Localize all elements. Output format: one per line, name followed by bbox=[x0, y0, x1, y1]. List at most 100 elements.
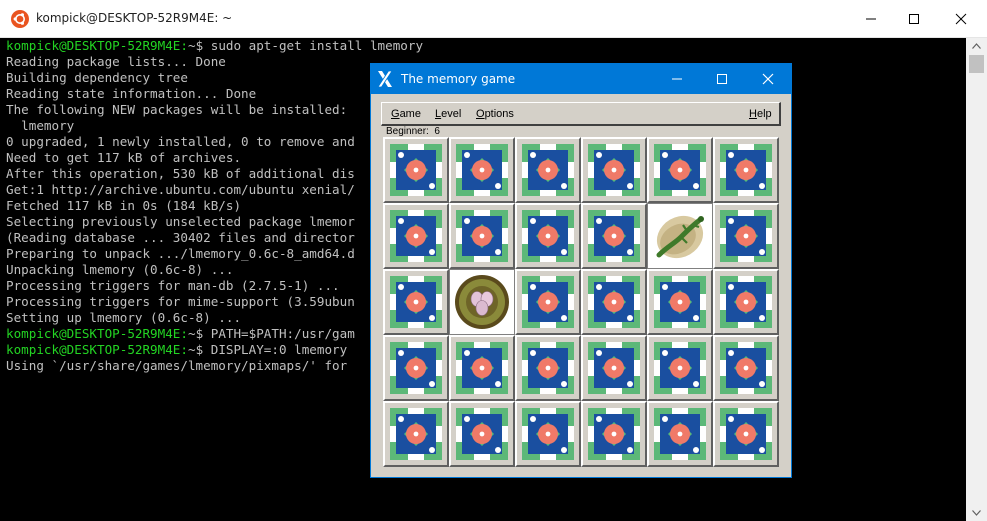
card-back-pattern-icon bbox=[720, 210, 772, 262]
memory-game-titlebar[interactable]: The memory game bbox=[371, 64, 791, 94]
card-back-pattern-icon bbox=[588, 408, 640, 460]
terminal-text: After this operation, 530 kB of addition… bbox=[6, 166, 355, 181]
terminal-title: kompick@DESKTOP-52R9M4E: ~ bbox=[36, 11, 233, 25]
card-back-pattern-icon bbox=[522, 342, 574, 394]
card-facedown[interactable] bbox=[449, 137, 515, 203]
menu-help[interactable]: Help bbox=[749, 108, 772, 120]
menu-game-label: ame bbox=[399, 108, 421, 120]
card-back-pattern-icon bbox=[522, 276, 574, 328]
eggs-picture-icon bbox=[455, 275, 509, 329]
menu-level[interactable]: Level bbox=[435, 108, 461, 120]
scroll-down-arrow-icon[interactable] bbox=[966, 505, 987, 521]
terminal-text: Preparing to unpack .../lmemory_0.6c-8_a… bbox=[6, 246, 355, 261]
card-back-pattern-icon bbox=[390, 276, 442, 328]
terminal-text: ~$ sudo apt-get install lmemory bbox=[187, 38, 424, 53]
card-back-pattern-icon bbox=[720, 408, 772, 460]
card-facedown[interactable] bbox=[383, 401, 449, 467]
card-facedown[interactable] bbox=[581, 203, 647, 269]
card-back-pattern-icon bbox=[390, 342, 442, 394]
card-back-pattern-icon bbox=[588, 144, 640, 196]
card-facedown[interactable] bbox=[515, 203, 581, 269]
card-facedown[interactable] bbox=[713, 137, 779, 203]
card-eggs[interactable] bbox=[449, 269, 515, 335]
maximize-button[interactable] bbox=[891, 0, 937, 38]
card-facedown[interactable] bbox=[515, 401, 581, 467]
card-back-pattern-icon bbox=[456, 408, 508, 460]
terminal-text: Processing triggers for man-db (2.7.5-1)… bbox=[6, 278, 340, 293]
memory-game-title: The memory game bbox=[401, 72, 516, 86]
card-facedown[interactable] bbox=[383, 269, 449, 335]
card-facedown[interactable] bbox=[713, 203, 779, 269]
minimize-button[interactable] bbox=[848, 0, 894, 38]
terminal-scrollbar[interactable] bbox=[966, 38, 987, 521]
card-facedown[interactable] bbox=[449, 401, 515, 467]
card-facedown[interactable] bbox=[383, 137, 449, 203]
game-close-button[interactable] bbox=[745, 64, 791, 94]
menu-help-label: elp bbox=[756, 108, 772, 120]
card-back-pattern-icon bbox=[654, 144, 706, 196]
minimize-icon bbox=[672, 78, 682, 80]
card-back-pattern-icon bbox=[654, 342, 706, 394]
card-facedown[interactable] bbox=[647, 335, 713, 401]
ubuntu-logo-icon bbox=[11, 10, 29, 28]
terminal-text: ~$ DISPLAY=:0 lmemory bbox=[187, 342, 348, 357]
card-grid bbox=[383, 137, 779, 467]
close-icon bbox=[762, 73, 774, 85]
card-back-pattern-icon bbox=[522, 408, 574, 460]
terminal-text: ~$ PATH=$PATH:/usr/gam bbox=[187, 326, 355, 341]
shell-prompt: kompick@DESKTOP-52R9M4E: bbox=[6, 326, 188, 341]
menu-options[interactable]: Options bbox=[476, 108, 514, 120]
card-facedown[interactable] bbox=[581, 269, 647, 335]
game-minimize-button[interactable] bbox=[654, 64, 700, 94]
card-back-pattern-icon bbox=[720, 144, 772, 196]
level-status: Beginner: 6 bbox=[386, 126, 440, 137]
card-facedown[interactable] bbox=[515, 137, 581, 203]
game-menubar: Game Level Options Help bbox=[381, 102, 781, 126]
card-back-pattern-icon bbox=[390, 210, 442, 262]
terminal-titlebar[interactable]: kompick@DESKTOP-52R9M4E: ~ bbox=[0, 0, 987, 38]
maximize-icon bbox=[717, 74, 727, 84]
game-maximize-button[interactable] bbox=[699, 64, 745, 94]
terminal-text: Using `/usr/share/games/lmemory/pixmaps/… bbox=[6, 358, 348, 373]
menu-options-label: ptions bbox=[484, 108, 514, 120]
card-facedown[interactable] bbox=[713, 269, 779, 335]
card-facedown[interactable] bbox=[449, 335, 515, 401]
menu-level-label: evel bbox=[441, 108, 462, 120]
card-facedown[interactable] bbox=[713, 401, 779, 467]
card-lizard[interactable] bbox=[647, 203, 713, 269]
card-back-pattern-icon bbox=[720, 342, 772, 394]
card-back-pattern-icon bbox=[588, 342, 640, 394]
card-facedown[interactable] bbox=[647, 137, 713, 203]
menu-game[interactable]: Game bbox=[391, 108, 421, 120]
card-facedown[interactable] bbox=[647, 401, 713, 467]
card-facedown[interactable] bbox=[383, 203, 449, 269]
scroll-up-arrow-icon[interactable] bbox=[966, 38, 987, 54]
close-button[interactable] bbox=[938, 0, 984, 38]
card-facedown[interactable] bbox=[581, 401, 647, 467]
card-facedown[interactable] bbox=[647, 269, 713, 335]
card-back-pattern-icon bbox=[390, 408, 442, 460]
x-window-icon bbox=[376, 70, 394, 88]
card-facedown[interactable] bbox=[581, 335, 647, 401]
terminal-text: 0 upgraded, 1 newly installed, 0 to remo… bbox=[6, 134, 355, 149]
card-facedown[interactable] bbox=[515, 269, 581, 335]
terminal-text: Selecting previously unselected package … bbox=[6, 214, 355, 229]
terminal-text: Processing triggers for mime-support (3.… bbox=[6, 294, 355, 309]
terminal-text: Fetched 117 kB in 0s (184 kB/s) bbox=[6, 198, 242, 213]
card-facedown[interactable] bbox=[581, 137, 647, 203]
shell-prompt: kompick@DESKTOP-52R9M4E: bbox=[6, 342, 188, 357]
memory-game-window: The memory game Game Level Options Help … bbox=[370, 63, 792, 478]
card-facedown[interactable] bbox=[713, 335, 779, 401]
terminal-text: Reading state information... Done bbox=[6, 86, 257, 101]
minimize-icon bbox=[866, 18, 876, 20]
terminal-text: Need to get 117 kB of archives. bbox=[6, 150, 242, 165]
card-back-pattern-icon bbox=[390, 144, 442, 196]
card-back-pattern-icon bbox=[720, 276, 772, 328]
card-facedown[interactable] bbox=[515, 335, 581, 401]
terminal-text: (Reading database ... 30402 files and di… bbox=[6, 230, 355, 245]
card-facedown[interactable] bbox=[449, 203, 515, 269]
card-facedown[interactable] bbox=[383, 335, 449, 401]
card-back-pattern-icon bbox=[588, 276, 640, 328]
scrollbar-thumb[interactable] bbox=[969, 55, 984, 73]
close-icon bbox=[955, 13, 967, 25]
